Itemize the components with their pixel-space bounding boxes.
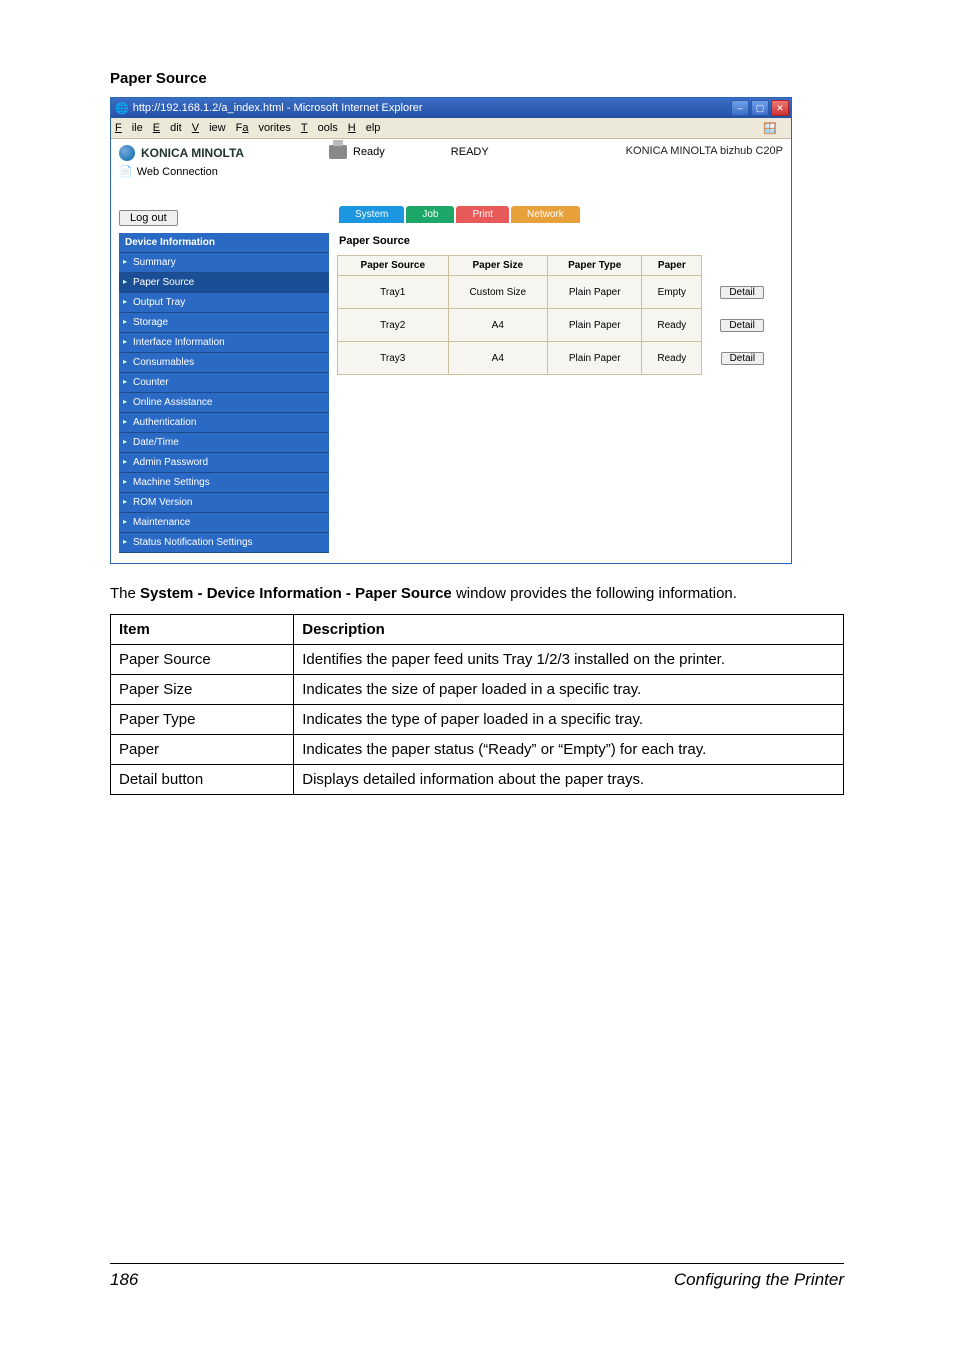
menu-edit[interactable]: Edit	[153, 122, 182, 134]
close-icon[interactable]: ✕	[771, 100, 789, 116]
detail-button[interactable]: Detail	[720, 286, 764, 299]
tab-job[interactable]: Job	[406, 206, 454, 223]
sidebar-item-authentication[interactable]: Authentication	[119, 413, 329, 433]
menu-file[interactable]: File	[115, 122, 143, 134]
tab-network[interactable]: Network	[511, 206, 580, 223]
footer-title: Configuring the Printer	[674, 1270, 844, 1290]
content-title: Paper Source	[339, 235, 783, 247]
model-name: KONICA MINOLTA bizhub C20P	[489, 145, 783, 157]
status-label: Ready	[353, 146, 385, 158]
cell-size: Custom Size	[448, 276, 547, 309]
col-paper-source: Paper Source	[338, 256, 449, 276]
brand-logo-icon	[119, 145, 135, 161]
cell-paper: Ready	[642, 309, 702, 342]
sidebar-item-paper-source[interactable]: Paper Source	[119, 273, 329, 293]
sidebar-item-consumables[interactable]: Consumables	[119, 353, 329, 373]
desc-col-item: Item	[111, 615, 294, 645]
pagescope-text: Web Connection	[137, 166, 218, 178]
desc-col-description: Description	[294, 615, 844, 645]
table-row: Paper Indicates the paper status (“Ready…	[111, 735, 844, 765]
desc-text: Identifies the paper feed units Tray 1/2…	[294, 645, 844, 675]
table-row: Paper Type Indicates the type of paper l…	[111, 705, 844, 735]
cell-src: Tray1	[338, 276, 449, 309]
ie-throbber-icon: 🪟	[763, 122, 777, 135]
sidebar-item-rom-version[interactable]: ROM Version	[119, 493, 329, 513]
ie-icon: 🌐	[115, 102, 129, 115]
desc-text: Displays detailed information about the …	[294, 765, 844, 795]
maximize-icon[interactable]: ▢	[751, 100, 769, 116]
col-paper: Paper	[642, 256, 702, 276]
brand-text: KONICA MINOLTA	[141, 146, 244, 160]
ie-window: 🌐 http://192.168.1.2/a_index.html - Micr…	[110, 97, 792, 564]
paper-source-table: Paper Source Paper Size Paper Type Paper…	[337, 255, 783, 375]
ie-title: http://192.168.1.2/a_index.html - Micros…	[133, 102, 423, 114]
cell-src: Tray3	[338, 342, 449, 375]
sidebar: Device Information Summary Paper Source …	[119, 233, 329, 553]
menu-favorites[interactable]: Favorites	[236, 122, 291, 134]
section-title: Paper Source	[110, 70, 844, 87]
desc-item: Paper Size	[111, 675, 294, 705]
cell-size: A4	[448, 342, 547, 375]
sidebar-item-online-assistance[interactable]: Online Assistance	[119, 393, 329, 413]
description-table: Item Description Paper Source Identifies…	[110, 614, 844, 795]
desc-item: Paper	[111, 735, 294, 765]
detail-button[interactable]: Detail	[720, 319, 764, 332]
minimize-icon[interactable]: –	[731, 100, 749, 116]
table-row: Tray1 Custom Size Plain Paper Empty Deta…	[338, 276, 783, 309]
cell-type: Plain Paper	[548, 342, 642, 375]
table-row: Detail button Displays detailed informat…	[111, 765, 844, 795]
sidebar-item-maintenance[interactable]: Maintenance	[119, 513, 329, 533]
desc-text: Indicates the size of paper loaded in a …	[294, 675, 844, 705]
detail-button[interactable]: Detail	[721, 352, 765, 365]
cell-src: Tray2	[338, 309, 449, 342]
pagescope: 📄 Web Connection	[119, 165, 329, 178]
table-row: Paper Source Identifies the paper feed u…	[111, 645, 844, 675]
tab-print[interactable]: Print	[456, 206, 509, 223]
sidebar-item-output-tray[interactable]: Output Tray	[119, 293, 329, 313]
desc-text: Indicates the type of paper loaded in a …	[294, 705, 844, 735]
sidebar-item-machine-settings[interactable]: Machine Settings	[119, 473, 329, 493]
desc-item: Paper Type	[111, 705, 294, 735]
cell-paper: Ready	[642, 342, 702, 375]
window-description: The System - Device Information - Paper …	[110, 584, 844, 604]
menu-tools[interactable]: Tools	[301, 122, 338, 134]
table-row: Paper Size Indicates the size of paper l…	[111, 675, 844, 705]
cell-size: A4	[448, 309, 547, 342]
tab-system[interactable]: System	[339, 206, 404, 223]
pagescope-icon: 📄	[119, 165, 133, 178]
sidebar-item-interface-info[interactable]: Interface Information	[119, 333, 329, 353]
ie-menubar: File Edit View Favorites Tools Help 🪟	[111, 118, 791, 139]
col-paper-size: Paper Size	[448, 256, 547, 276]
ie-titlebar: 🌐 http://192.168.1.2/a_index.html - Micr…	[111, 98, 791, 118]
sidebar-item-counter[interactable]: Counter	[119, 373, 329, 393]
sidebar-item-summary[interactable]: Summary	[119, 253, 329, 273]
cell-type: Plain Paper	[548, 309, 642, 342]
sidebar-item-admin-password[interactable]: Admin Password	[119, 453, 329, 473]
desc-item: Detail button	[111, 765, 294, 795]
sidebar-item-storage[interactable]: Storage	[119, 313, 329, 333]
table-row: Tray3 A4 Plain Paper Ready Detail	[338, 342, 783, 375]
sidebar-item-status-notification[interactable]: Status Notification Settings	[119, 533, 329, 553]
table-row: Tray2 A4 Plain Paper Ready Detail	[338, 309, 783, 342]
cell-type: Plain Paper	[548, 276, 642, 309]
menu-help[interactable]: Help	[348, 122, 381, 134]
sidebar-item-date-time[interactable]: Date/Time	[119, 433, 329, 453]
desc-text: Indicates the paper status (“Ready” or “…	[294, 735, 844, 765]
menu-view[interactable]: View	[192, 122, 226, 134]
cell-paper: Empty	[642, 276, 702, 309]
brand: KONICA MINOLTA	[119, 145, 329, 161]
page-number: 186	[110, 1270, 138, 1290]
logout-button[interactable]: Log out	[119, 210, 178, 226]
printer-icon	[329, 145, 347, 159]
col-paper-type: Paper Type	[548, 256, 642, 276]
desc-item: Paper Source	[111, 645, 294, 675]
status-upper: READY	[451, 146, 489, 158]
sidebar-header: Device Information	[119, 233, 329, 253]
